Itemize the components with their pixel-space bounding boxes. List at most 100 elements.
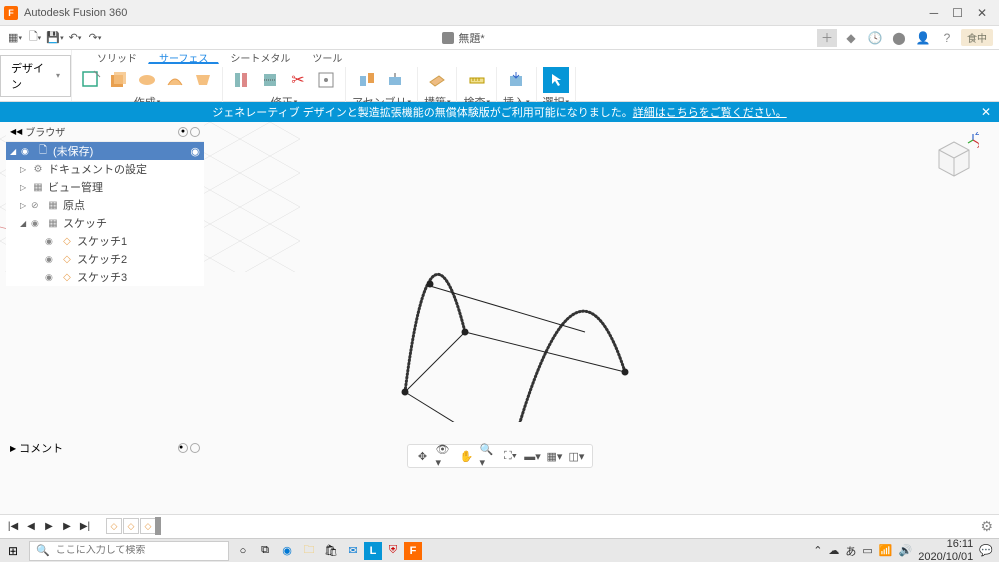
timeline-prev[interactable]: ◀	[24, 520, 38, 534]
tray-ime[interactable]: あ	[845, 543, 856, 559]
measure-button[interactable]	[464, 67, 490, 93]
tray-clock[interactable]: 16:11 2020/10/01	[918, 538, 973, 562]
grid-button[interactable]: ▦▾	[546, 447, 564, 465]
orbit-button[interactable]: ✥	[414, 447, 432, 465]
app-icon: F	[4, 6, 18, 20]
start-button[interactable]: ⊞	[0, 539, 26, 563]
tray-onedrive[interactable]: ☁	[828, 544, 839, 557]
tab-surface[interactable]: サーフェス	[148, 48, 219, 64]
mail-icon[interactable]: ✉	[342, 541, 364, 561]
browser-title: ブラウザ	[25, 124, 178, 139]
timeline-feature-1[interactable]: ◇	[106, 518, 122, 534]
save-button[interactable]: 💾▾	[46, 29, 64, 47]
store-icon[interactable]: 🛍	[320, 541, 342, 561]
close-button[interactable]: ✕	[977, 6, 987, 20]
svg-text:x: x	[977, 140, 979, 151]
browser-sketches[interactable]: ◢◉▦スケッチ	[6, 214, 204, 232]
align-button[interactable]	[313, 67, 339, 93]
timeline-marker[interactable]	[155, 517, 161, 535]
timeline-play[interactable]: ▶	[42, 520, 56, 534]
tray-expand[interactable]: ⌃	[813, 544, 822, 557]
timeline-start[interactable]: |◀	[6, 520, 20, 534]
browser-sketch1[interactable]: ◉◇スケッチ1	[6, 232, 204, 250]
zoom-button[interactable]: 🔍▾	[480, 447, 498, 465]
mcafee-icon[interactable]: ⛨	[382, 541, 404, 561]
look-button[interactable]: 👁▾	[436, 447, 454, 465]
explorer-icon[interactable]: 🗀	[298, 541, 320, 561]
data-panel-button[interactable]: ▦▾	[6, 29, 24, 47]
timeline-feature-2[interactable]: ◇	[123, 518, 139, 534]
redo-button[interactable]: ↷▾	[86, 29, 104, 47]
browser-options[interactable]: ●	[178, 127, 188, 137]
nav-toolbar: ✥ 👁▾ ✋ 🔍▾ ⛶▾ ▬▾ ▦▾ ◫▾	[407, 444, 593, 468]
sweep-button[interactable]	[162, 67, 188, 93]
browser-collapse[interactable]	[190, 127, 200, 137]
timeline-feature-3[interactable]: ◇	[140, 518, 156, 534]
browser-root[interactable]: ◢◉🗋(未保存)◉	[6, 142, 204, 160]
timeline-next[interactable]: ▶	[60, 520, 74, 534]
tray-notifications[interactable]: 💬	[979, 544, 993, 557]
fit-button[interactable]: ⛶▾	[502, 447, 520, 465]
browser-sketch3[interactable]: ◉◇スケッチ3	[6, 268, 204, 286]
tab-tools[interactable]: ツール	[301, 48, 353, 64]
notification-link[interactable]: 詳細はこちらをご覧ください。	[633, 104, 787, 120]
help-button[interactable]: ?	[937, 29, 957, 47]
tab-solid[interactable]: ソリッド	[86, 48, 148, 64]
quick-access-toolbar: ▦▾ 🗋▾ 💾▾ ↶▾ ↷▾	[0, 29, 110, 47]
timeline: |◀ ◀ ▶ ▶ ▶| ◇ ◇ ◇ ⚙	[0, 514, 999, 538]
plane-button[interactable]	[424, 67, 450, 93]
workspace-switcher[interactable]: デザイン▾	[0, 50, 72, 101]
tray-volume[interactable]: 🔊	[899, 544, 913, 557]
maximize-button[interactable]: ☐	[952, 6, 963, 20]
file-menu-button[interactable]: 🗋▾	[26, 29, 44, 47]
fusion-taskbar-icon[interactable]: F	[404, 542, 422, 560]
taskbar-search[interactable]: 🔍	[29, 541, 229, 561]
viewport-3d[interactable]: ◀◀ ブラウザ ● ◢◉🗋(未保存)◉ ▷⚙ドキュメントの設定 ▷▦ビュー管理 …	[0, 122, 999, 518]
sketch-button[interactable]	[78, 67, 104, 93]
revolve-button[interactable]	[134, 67, 160, 93]
undo-button[interactable]: ↶▾	[66, 29, 84, 47]
viewcube[interactable]: z x	[929, 132, 979, 182]
tab-sheetmetal[interactable]: シートメタル	[219, 48, 301, 64]
browser-sketch2[interactable]: ◉◇スケッチ2	[6, 250, 204, 268]
comments-options[interactable]: ●	[178, 443, 188, 453]
taskview-button[interactable]: ⧉	[254, 541, 276, 561]
insert-button[interactable]	[503, 67, 529, 93]
timeline-end[interactable]: ▶|	[78, 520, 92, 534]
stitch-button[interactable]	[257, 67, 283, 93]
browser-views[interactable]: ▷▦ビュー管理	[6, 178, 204, 196]
tray-battery[interactable]: ▭	[862, 544, 872, 557]
tray-wifi[interactable]: 📶	[879, 544, 893, 557]
new-tab-button[interactable]: ＋	[817, 29, 837, 47]
asbuilt-button[interactable]	[382, 67, 408, 93]
account-button[interactable]: 👤	[913, 29, 933, 47]
notifications-button[interactable]: 🕓	[865, 29, 885, 47]
viewports-button[interactable]: ◫▾	[568, 447, 586, 465]
app-icon-l[interactable]: L	[364, 542, 382, 560]
job-status-button[interactable]: ⬤	[889, 29, 909, 47]
select-button[interactable]	[543, 67, 569, 93]
browser-settings[interactable]: ▷⚙ドキュメントの設定	[6, 160, 204, 178]
notification-close[interactable]: ✕	[981, 105, 991, 119]
status-badge[interactable]: 食中	[961, 29, 993, 46]
browser-header[interactable]: ◀◀ ブラウザ ●	[6, 122, 204, 142]
environment-tabs: ソリッド サーフェス シートメタル ツール	[86, 48, 353, 64]
extrude-button[interactable]	[106, 67, 132, 93]
loft-button[interactable]	[190, 67, 216, 93]
browser-origin[interactable]: ▷⊘▦原点	[6, 196, 204, 214]
search-icon: 🔍	[36, 544, 50, 557]
scissors-icon[interactable]: ✂	[285, 67, 311, 93]
cortana-button[interactable]: ○	[232, 541, 254, 561]
pan-button[interactable]: ✋	[458, 447, 476, 465]
edge-icon[interactable]: ◉	[276, 541, 298, 561]
search-input[interactable]	[56, 545, 222, 556]
timeline-settings[interactable]: ⚙	[980, 518, 993, 535]
display-button[interactable]: ▬▾	[524, 447, 542, 465]
comments-panel[interactable]: ▶ コメント ●	[6, 438, 204, 458]
minimize-button[interactable]: ─	[930, 6, 939, 20]
extensions-button[interactable]: ◆	[841, 29, 861, 47]
browser-panel: ◀◀ ブラウザ ● ◢◉🗋(未保存)◉ ▷⚙ドキュメントの設定 ▷▦ビュー管理 …	[6, 122, 204, 286]
joint-button[interactable]	[354, 67, 380, 93]
doc-title: 無題*	[110, 30, 817, 46]
trim-button[interactable]	[229, 67, 255, 93]
